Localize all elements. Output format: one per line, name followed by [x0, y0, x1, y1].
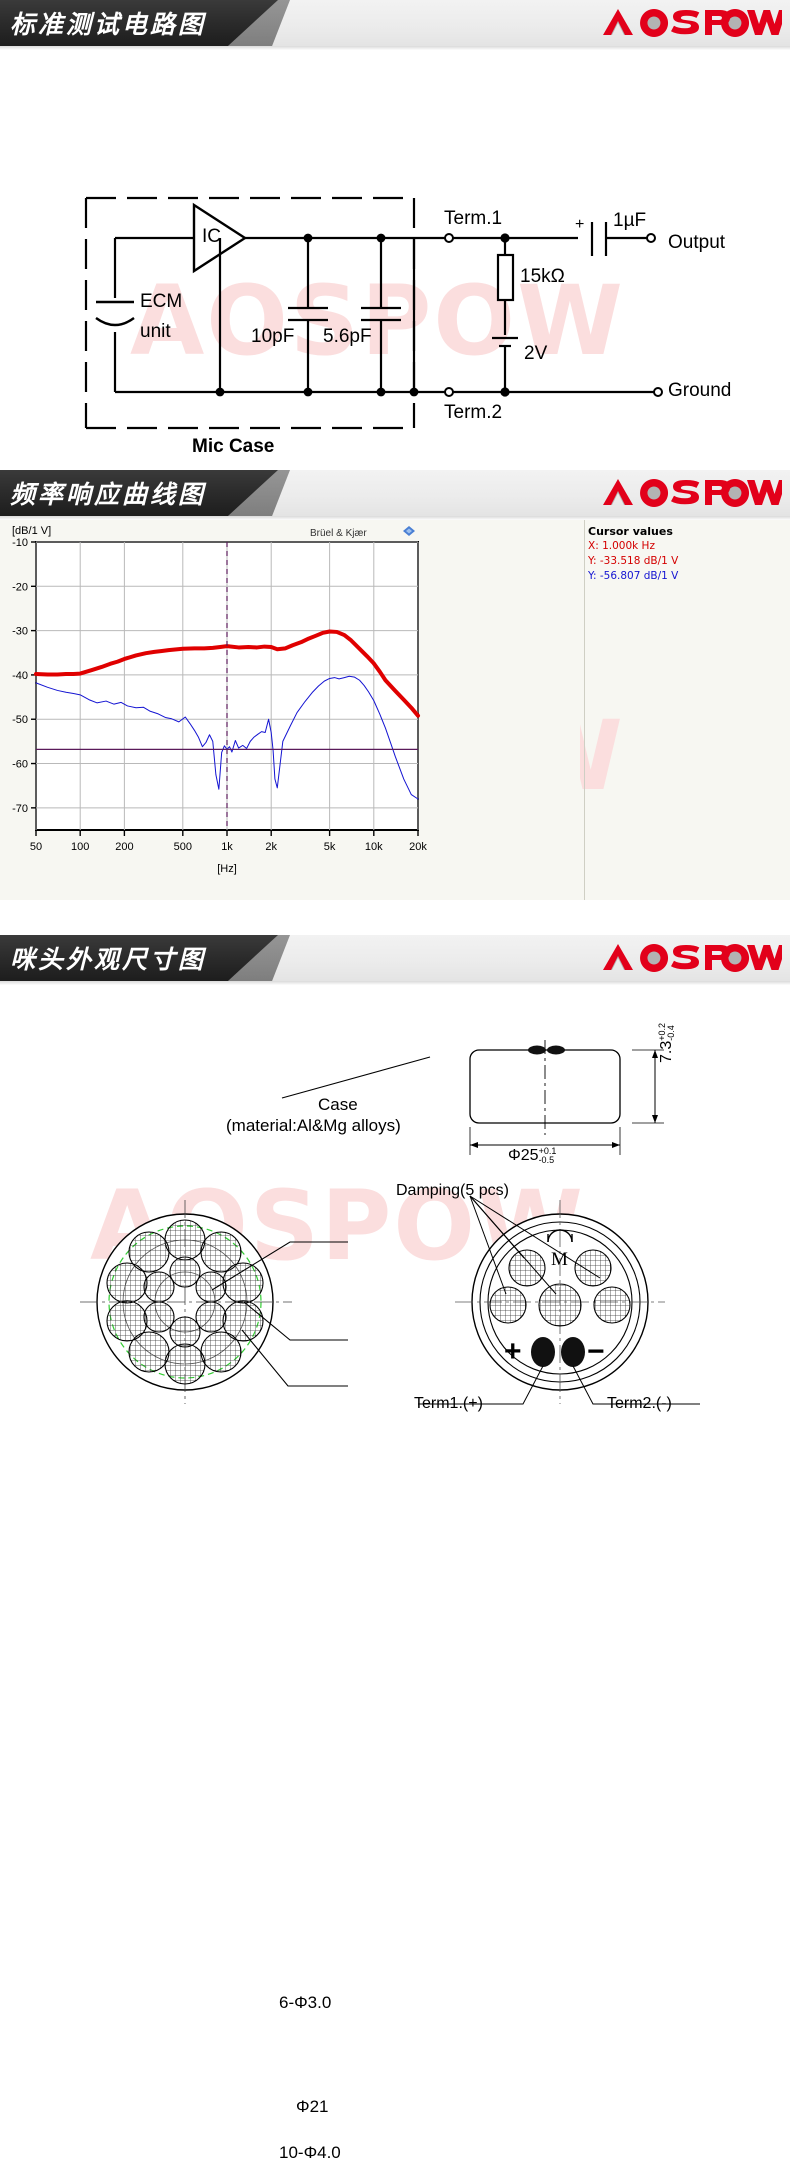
ic-label: IC — [202, 226, 221, 247]
case-label-line1: Case — [318, 1095, 358, 1114]
section-circuit: 标准测试电路图 AOSPOW IC ECM unit 10pF 5.6pF Mi… — [0, 0, 790, 470]
ecm-label-line2: unit — [140, 321, 171, 342]
diameter-tol-lower: -0.5 — [538, 1155, 555, 1165]
hole-large-label: 10-Φ4.0 — [279, 2143, 341, 2162]
case-label-line2: (material:Al&Mg alloys) — [226, 1116, 401, 1135]
svg-text:100: 100 — [71, 841, 89, 853]
resistor-label: 15kΩ — [520, 266, 565, 287]
svg-text:-20: -20 — [12, 581, 28, 593]
section-frequency: 频率响应曲线图 AOSPOW — [0, 470, 790, 935]
polarity-minus-symbol: − — [587, 1335, 605, 1368]
y-axis-label: [dB/1 V] — [12, 525, 51, 537]
aospow-logo — [603, 944, 782, 972]
section-header-frequency: 频率响应曲线图 — [0, 470, 790, 516]
coupling-cap-label: 1µF — [613, 210, 647, 231]
circuit-junctions — [215, 233, 510, 397]
dimension-drawing-area: AOSPOW Case (material:Al&Mg alloys) 7.3 … — [0, 985, 790, 2162]
bruel-kjaer-watermark: Brüel & Kjær — [310, 528, 367, 539]
svg-text:-10: -10 — [12, 537, 28, 549]
svg-text:-50: -50 — [12, 714, 28, 726]
aospow-logo — [603, 479, 782, 507]
svg-text:1k: 1k — [221, 841, 233, 853]
svg-text:2k: 2k — [265, 841, 277, 853]
svg-text:-40: -40 — [12, 670, 28, 682]
term2-label: Term.2 — [444, 402, 503, 423]
circuit-terminals — [444, 233, 663, 397]
cursor-panel-divider — [584, 520, 585, 900]
svg-text:5k: 5k — [324, 841, 336, 853]
cursor-y-red-value: Y: -33.518 dB/1 V — [588, 555, 679, 567]
term1-plus-label: Term1.(+) — [414, 1395, 483, 1412]
polarity-plus-symbol: + — [504, 1335, 522, 1368]
damping-label: Damping(5 pcs) — [396, 1182, 509, 1199]
terminal-pad-minus — [561, 1337, 585, 1367]
terminal-pad-left — [528, 1045, 546, 1055]
frequency-chart-area: AOSPOW -10-20-30-40-50-60-70501002005001… — [0, 520, 790, 935]
section-header-dimension: 咪头外观尺寸图 — [0, 935, 790, 981]
svg-text:10k: 10k — [365, 841, 383, 853]
capacitor-56pf-label: 5.6pF — [323, 326, 372, 347]
mark-m-label: M — [551, 1249, 568, 1270]
aospow-logo — [603, 9, 782, 37]
height-dimension-label: 7.3 +0.2 -0.4 — [657, 1023, 676, 1063]
cursor-y-blue-value: Y: -56.807 dB/1 V — [588, 570, 679, 582]
terminal-pad-plus — [531, 1337, 555, 1367]
section-title-dimension: 咪头外观尺寸图 — [10, 945, 207, 974]
back-view — [418, 1195, 700, 1405]
hole-small-label: 6-Φ3.0 — [279, 1993, 332, 2012]
svg-text:20k: 20k — [409, 841, 427, 853]
cursor-values-box: Cursor values X: 1.000k Hz Y: -33.518 dB… — [588, 524, 788, 584]
diameter-dimension-label: Φ25 +0.1 -0.5 — [508, 1147, 556, 1165]
diameter-dimension-value: Φ25 — [508, 1147, 539, 1165]
terminal-pad-right — [547, 1045, 565, 1055]
height-dimension-value: 7.3 — [658, 1040, 676, 1063]
section-title-frequency: 频率响应曲线图 — [10, 480, 207, 509]
polarity-plus-label: + — [575, 216, 585, 233]
svg-text:500: 500 — [174, 841, 192, 853]
cursor-values-title: Cursor values — [588, 525, 673, 538]
capacitor-10pf-label: 10pF — [251, 326, 295, 347]
battery-label: 2V — [524, 343, 548, 364]
mic-case-label: Mic Case — [192, 436, 275, 457]
ecm-label-line1: ECM — [140, 291, 183, 312]
circuit-schematic — [84, 196, 663, 430]
circuit-diagram-area: AOSPOW IC ECM unit 10pF 5.6pF Mic Case T… — [0, 50, 790, 470]
svg-text:50: 50 — [30, 841, 42, 853]
case-leader-line — [281, 1056, 431, 1099]
svg-text:-70: -70 — [12, 803, 28, 815]
cursor-x-value: X: 1.000k Hz — [588, 540, 655, 552]
svg-text:-30: -30 — [12, 626, 28, 638]
section-dimension: 咪头外观尺寸图 AOSPOW Case (material:Al&Mg allo… — [0, 935, 790, 2162]
svg-text:-60: -60 — [12, 759, 28, 771]
term2-minus-label: Term2.(-) — [607, 1395, 672, 1412]
section-title-circuit: 标准测试电路图 — [10, 10, 207, 39]
ground-label: Ground — [668, 380, 732, 401]
svg-text:200: 200 — [115, 841, 133, 853]
height-tol-lower: -0.4 — [666, 1025, 676, 1041]
output-label: Output — [668, 232, 726, 253]
front-grille-view — [80, 1200, 348, 1404]
inner-circle-label: Φ21 — [296, 2097, 329, 2116]
section-header-circuit: 标准测试电路图 — [0, 0, 790, 46]
term1-label: Term.1 — [444, 208, 503, 229]
x-axis-label: [Hz] — [217, 863, 237, 875]
